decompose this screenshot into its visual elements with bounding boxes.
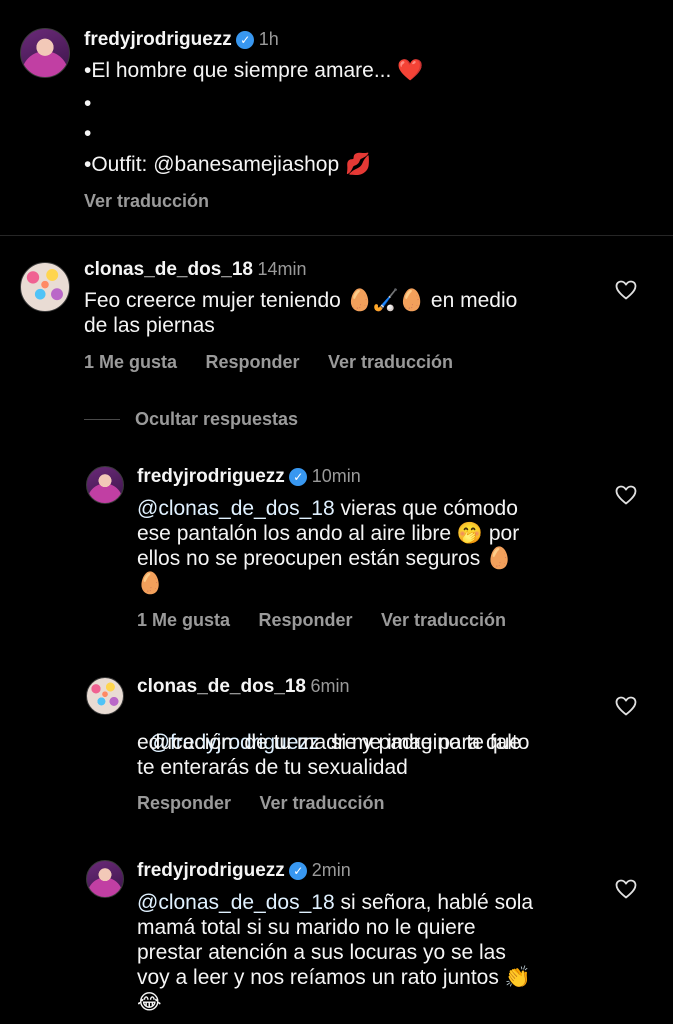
- comment-text-line-1: Feo creerce mujer teniendo 🥚🏑🥚 en medio: [84, 289, 518, 312]
- reply-text-line-2: educación de tu madre y padre para que: [137, 731, 522, 754]
- reply-text-line-1: @clonas_de_dos_18 si señora, hablé sola: [137, 890, 533, 915]
- post-divider: [0, 235, 673, 236]
- reply-likes[interactable]: 1 Me gusta: [137, 610, 230, 630]
- reply-time: 10min: [311, 466, 361, 486]
- heart-outline-icon[interactable]: [614, 278, 638, 302]
- reply-text-line-2: ese pantalón los ando al aire libre 🤭 po…: [137, 522, 520, 545]
- post-translate-link[interactable]: Ver traducción: [84, 191, 209, 212]
- comment-actions: 1 Me gusta Responder Ver traducción: [84, 352, 453, 373]
- comment-avatar[interactable]: [20, 262, 70, 312]
- reply-translate-link[interactable]: Ver traducción: [259, 793, 384, 813]
- reply-avatar[interactable]: [86, 677, 124, 715]
- reply-text-line-3: prestar atención a sus locuras yo se las: [137, 941, 506, 964]
- verified-badge-icon: ✓: [289, 468, 308, 486]
- reply-time: 6min: [310, 676, 350, 696]
- post-avatar[interactable]: [20, 28, 70, 78]
- comment-translate-link[interactable]: Ver traducción: [328, 352, 453, 372]
- post-caption-line-1: •El hombre que siempre amare... ❤️: [84, 59, 424, 82]
- reply-text-line-4: voy a leer y nos reíamos un rato juntos …: [137, 966, 531, 989]
- reply-username[interactable]: fredyjrodriguezz: [137, 466, 285, 487]
- reply-username[interactable]: fredyjrodriguezz: [137, 860, 285, 881]
- reply-actions: Responder Ver traducción: [137, 793, 385, 814]
- heart-outline-icon[interactable]: [614, 483, 638, 507]
- reply-text: vieras que cómodo: [334, 497, 518, 520]
- verified-badge-icon: ✓: [236, 31, 255, 49]
- post-username[interactable]: fredyjrodriguezz: [84, 29, 232, 50]
- reply-reply-button[interactable]: Responder: [137, 793, 231, 813]
- reply-header: fredyjrodriguezz ✓ 2min: [137, 860, 351, 882]
- reply-avatar[interactable]: [86, 466, 124, 504]
- hide-replies-line: [84, 419, 120, 420]
- reply-avatar[interactable]: [86, 860, 124, 898]
- comment-header: clonas_de_dos_18 14min: [84, 259, 306, 281]
- reply-text-line-3: te enterarás de tu sexualidad: [137, 756, 408, 779]
- post-time: 1h: [258, 29, 279, 49]
- hide-replies-button[interactable]: Ocultar respuestas: [135, 409, 298, 430]
- post-caption-line-4: •Outfit: @banesamejiashop 💋: [84, 153, 372, 176]
- reply-actions: 1 Me gusta Responder Ver traducción: [137, 610, 506, 631]
- comment-text-line-2: de las piernas: [84, 314, 215, 337]
- heart-outline-icon[interactable]: [614, 877, 638, 901]
- post-header: fredyjrodriguezz ✓ 1h: [84, 29, 279, 51]
- reply-time: 2min: [311, 860, 351, 880]
- mention-link[interactable]: @clonas_de_dos_18: [137, 891, 335, 914]
- comment-username[interactable]: clonas_de_dos_18: [84, 259, 253, 280]
- post-caption-line-2: •: [84, 92, 92, 115]
- reply-header: fredyjrodriguezz ✓ 10min: [137, 466, 361, 488]
- reply-text-line-1: @clonas_de_dos_18 vieras que cómodo: [137, 496, 518, 521]
- reply-text-line-3: ellos no se preocupen están seguros 🥚: [137, 547, 513, 570]
- comment-reply-button[interactable]: Responder: [205, 352, 299, 372]
- reply-text-line-4: 🥚: [137, 572, 164, 595]
- mention-link[interactable]: @clonas_de_dos_18: [137, 497, 335, 520]
- reply-text: si señora, hablé sola: [334, 891, 534, 914]
- heart-outline-icon[interactable]: [614, 694, 638, 718]
- reply-text-line-5: 😂: [137, 991, 162, 1014]
- comment-likes[interactable]: 1 Me gusta: [84, 352, 177, 372]
- reply-translate-link[interactable]: Ver traducción: [381, 610, 506, 630]
- post-caption-line-3: •: [84, 122, 92, 145]
- reply-text-line-2: mamá total si su marido no le quiere: [137, 916, 476, 939]
- verified-badge-icon: ✓: [289, 862, 308, 880]
- comment-time: 14min: [257, 259, 307, 279]
- reply-header: clonas_de_dos_18 6min: [137, 676, 349, 698]
- reply-reply-button[interactable]: Responder: [258, 610, 352, 630]
- reply-username[interactable]: clonas_de_dos_18: [137, 676, 306, 697]
